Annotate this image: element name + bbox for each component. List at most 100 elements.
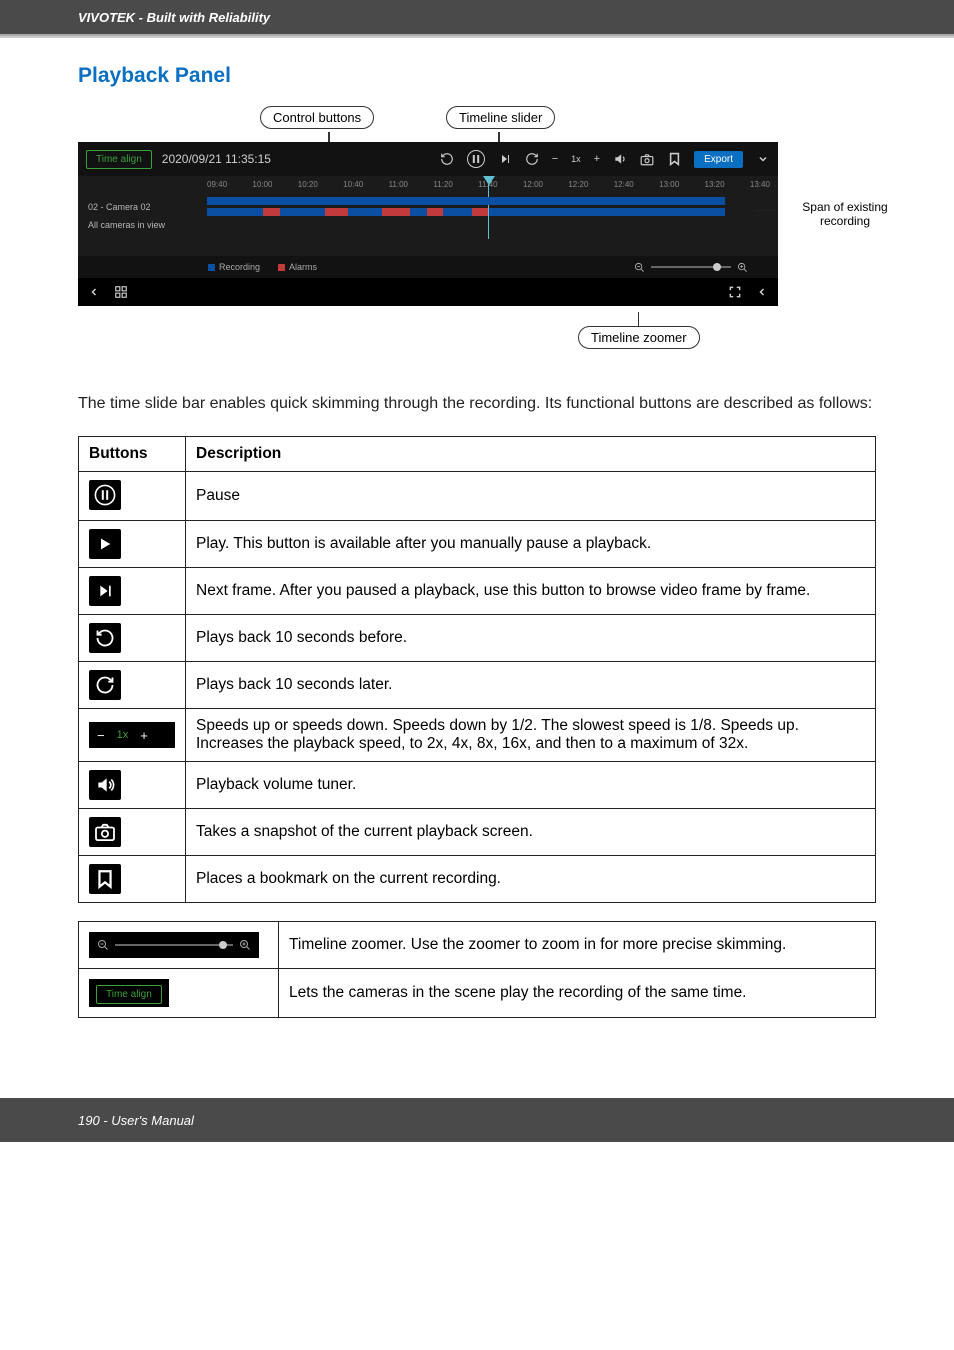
table-row: Places a bookmark on the current recordi… — [79, 856, 876, 903]
fwd-10s-icon — [89, 670, 121, 700]
volume-icon[interactable] — [613, 152, 627, 166]
recording-lane — [207, 197, 770, 205]
table-row: − 1x + Speeds up or speeds down. Speeds … — [79, 709, 876, 762]
player-toolbar: Time align 2020/09/21 11:35:15 − — [78, 142, 778, 176]
brand-header: VIVOTEK - Built with Reliability — [0, 0, 954, 34]
collapse-chevron-icon[interactable] — [756, 286, 768, 298]
alarm-segment — [325, 208, 348, 216]
timeline-zoomer[interactable] — [634, 262, 748, 273]
zoom-track — [115, 944, 233, 946]
pause-icon — [89, 480, 121, 510]
zoom-out-icon — [97, 939, 109, 951]
minus-icon: − — [97, 728, 105, 743]
zoom-knob[interactable] — [713, 263, 721, 271]
recording-segment — [348, 208, 382, 216]
callout-control-buttons: Control buttons — [260, 106, 374, 129]
snapshot-icon[interactable] — [640, 152, 654, 166]
next-frame-icon[interactable] — [498, 152, 512, 166]
callout-timeline-slider: Timeline slider — [446, 106, 555, 129]
callout-row-bottom: Timeline zoomer — [78, 306, 876, 358]
fullscreen-icon[interactable] — [728, 285, 742, 299]
recording-span — [207, 197, 725, 205]
table-row: Time align Lets the cameras in the scene… — [79, 969, 876, 1018]
playback-timestamp: 2020/09/21 11:35:15 — [162, 152, 271, 166]
recording-segment — [207, 208, 263, 216]
desc-play: Play. This button is available after you… — [186, 521, 876, 568]
legend-alarm-dot — [278, 264, 285, 271]
tick: 11:20 — [433, 180, 452, 189]
recording-segment — [280, 208, 325, 216]
tick: 10:40 — [343, 180, 363, 189]
section-title: Playback Panel — [78, 64, 876, 88]
zoom-track[interactable] — [651, 266, 731, 268]
table-row: Timeline zoomer. Use the zoomer to zoom … — [79, 922, 876, 969]
control-icons: − 1x + Export — [440, 150, 770, 168]
time-align-button[interactable]: Time align — [86, 150, 152, 169]
timeline-area: 02 - Camera 02 All cameras in view 09:40… — [78, 176, 778, 256]
tick: 11:00 — [389, 180, 408, 189]
page-footer: 190 - User's Manual — [0, 1098, 954, 1142]
callout-row-top: Control buttons Timeline slider — [198, 106, 876, 142]
desc-volume: Playback volume tuner. — [186, 762, 876, 809]
desc-time-align: Lets the cameras in the scene play the r… — [279, 969, 876, 1018]
recording-segment — [489, 208, 725, 216]
zoom-in-icon[interactable] — [737, 262, 748, 273]
legend-recording-dot — [208, 264, 215, 271]
speed-control-icon: − 1x + — [89, 722, 175, 748]
desc-pause: Pause — [186, 472, 876, 521]
table-row: Plays back 10 seconds before. — [79, 615, 876, 662]
playhead-icon[interactable] — [483, 176, 495, 185]
grid-layout-icon[interactable] — [114, 285, 128, 299]
timeline-lane[interactable]: 09:40 10:00 10:20 10:40 11:00 11:20 11:4… — [203, 176, 778, 256]
callout-span-recording: Span of existing recording — [780, 200, 910, 228]
time-align-icon: Time align — [96, 985, 162, 1004]
desc-snapshot: Takes a snapshot of the current playback… — [186, 809, 876, 856]
speed-plus-icon[interactable]: + — [594, 153, 600, 165]
chevron-down-icon[interactable] — [756, 152, 770, 166]
playback-panel: Time align 2020/09/21 11:35:15 − — [78, 142, 778, 306]
export-button[interactable]: Export — [694, 151, 743, 168]
tick: 10:20 — [298, 180, 318, 189]
brand-text: VIVOTEK - Built with Reliability — [78, 10, 270, 25]
callout-timeline-zoomer: Timeline zoomer — [578, 326, 700, 349]
legend-alarms: Alarms — [278, 262, 317, 272]
table-row: Pause — [79, 472, 876, 521]
table-header-description: Description — [186, 437, 876, 472]
zoom-out-icon[interactable] — [634, 262, 645, 273]
tick: 12:00 — [523, 180, 543, 189]
desc-speed: Speeds up or speeds down. Speeds down by… — [186, 709, 876, 762]
table-header-buttons: Buttons — [79, 437, 186, 472]
desc-fwd-10s: Plays back 10 seconds later. — [186, 662, 876, 709]
tick: 13:40 — [750, 180, 770, 189]
bookmark-icon[interactable] — [667, 152, 681, 166]
fwd-10s-icon[interactable] — [525, 152, 539, 166]
zoomer-widget — [89, 932, 259, 958]
chevron-left-icon[interactable] — [88, 286, 100, 298]
table-row: Plays back 10 seconds later. — [79, 662, 876, 709]
alarm-segment — [427, 208, 444, 216]
alarm-segment — [382, 208, 410, 216]
tick: 13:20 — [705, 180, 725, 189]
recording-segment — [410, 208, 427, 216]
player-legend: Recording Alarms — [78, 256, 778, 278]
desc-zoomer: Timeline zoomer. Use the zoomer to zoom … — [279, 922, 876, 969]
rewind-10s-icon[interactable] — [440, 152, 454, 166]
alarm-segment — [263, 208, 280, 216]
all-cameras-label: All cameras in view — [78, 216, 203, 234]
tick: 12:40 — [614, 180, 634, 189]
zoom-knob — [219, 941, 227, 949]
tick: 09:40 — [207, 180, 227, 189]
next-frame-icon — [89, 576, 121, 606]
pause-button[interactable] — [467, 150, 485, 168]
tick: 10:00 — [252, 180, 272, 189]
player-bottom-bar — [78, 278, 778, 306]
speed-minus-icon[interactable]: − — [552, 153, 558, 165]
rewind-10s-icon — [89, 623, 121, 653]
play-icon — [89, 529, 121, 559]
tick: 13:00 — [659, 180, 679, 189]
annotation-line — [756, 210, 778, 211]
alarm-segment — [472, 208, 489, 216]
zoom-in-icon — [239, 939, 251, 951]
table-row: Play. This button is available after you… — [79, 521, 876, 568]
bookmark-icon — [89, 864, 121, 894]
